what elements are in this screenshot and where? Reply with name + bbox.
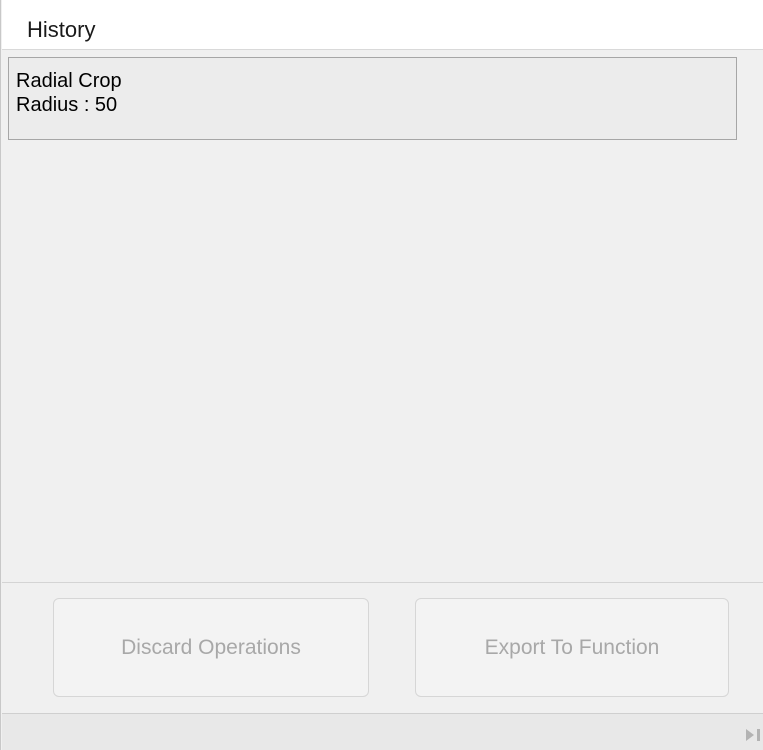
- discard-operations-button[interactable]: Discard Operations: [53, 598, 369, 697]
- panel-title: History: [27, 17, 96, 42]
- panel-header: History: [2, 0, 763, 50]
- history-panel: History Radial Crop Radius : 50 Discard …: [0, 0, 763, 750]
- history-item-detail: Radius : 50: [16, 94, 118, 116]
- status-bar: [2, 713, 763, 750]
- history-list: Radial Crop Radius : 50: [2, 51, 763, 582]
- expand-right-icon[interactable]: [744, 728, 762, 742]
- history-item[interactable]: Radial Crop Radius : 50: [8, 57, 737, 140]
- history-item-name: Radial Crop: [16, 70, 122, 92]
- export-to-function-button[interactable]: Export To Function: [415, 598, 729, 697]
- button-area: Discard Operations Export To Function: [2, 583, 763, 713]
